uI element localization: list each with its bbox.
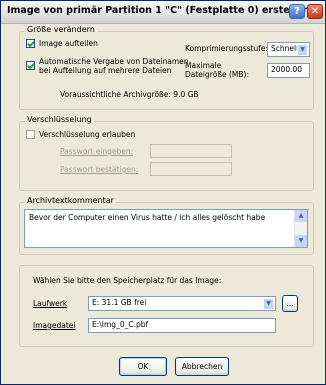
comment-text: Bevor der Computer einen Virus hatte / i…	[29, 213, 266, 222]
auto-name-label-line1[interactable]: Automatische Vergabe von Dateinamen	[39, 57, 189, 66]
storage-prompt: Wählen Sie bitte den Speicherplatz für d…	[33, 276, 222, 285]
encryption-label[interactable]: Verschlüsselung erlauben	[39, 130, 135, 139]
image-file-label: Imagedatei	[33, 321, 76, 330]
storage-group: Wählen Sie bitte den Speicherplatz für d…	[19, 265, 314, 347]
confirm-password-input[interactable]	[150, 162, 232, 176]
split-image-checkbox[interactable]	[26, 39, 35, 48]
compression-select[interactable]: Schnell ▼	[267, 42, 310, 57]
chevron-down-icon[interactable]: ▼	[263, 298, 274, 310]
size-group: Größe verändern Image aufteilen Automati…	[19, 25, 314, 110]
drive-label: Laufwerk	[33, 299, 68, 308]
scroll-down-icon[interactable]: ▼	[295, 235, 307, 247]
split-image-label[interactable]: Image aufteilen	[39, 39, 98, 48]
ok-button[interactable]: OK	[119, 357, 167, 376]
confirm-password-label: Passwort bestätigen:	[60, 165, 139, 174]
image-file-input[interactable]: E:\Img_0_C.pbf	[88, 318, 276, 333]
browse-button[interactable]: ...	[282, 295, 298, 312]
comment-group-legend: Archivtextkommentar	[25, 196, 116, 205]
cancel-button[interactable]: Abbrechen	[175, 357, 229, 376]
comment-group: Archivtextkommentar Bevor der Computer e…	[19, 196, 314, 255]
max-size-input[interactable]: 2000.00	[267, 63, 310, 78]
comment-textarea[interactable]: Bevor der Computer einen Virus hatte / i…	[24, 209, 308, 248]
window-title: Image von primär Partition 1 "C" (Festpl…	[7, 5, 310, 16]
title-bar: Image von primär Partition 1 "C" (Festpl…	[1, 1, 325, 24]
auto-name-label-line2[interactable]: bei Aufteilung auf mehrere Dateien	[39, 66, 171, 75]
comment-scrollbar[interactable]: ▲ ▼	[294, 210, 307, 247]
auto-name-checkbox[interactable]	[26, 61, 35, 70]
max-size-label-line2: Dateigröße (MB):	[185, 70, 249, 79]
close-button[interactable]: ✕	[307, 4, 323, 19]
encryption-group: Verschlüsselung Verschlüsselung erlauben…	[19, 115, 314, 191]
password-label: Passwort eingeben:	[60, 147, 134, 156]
scroll-up-icon[interactable]: ▲	[295, 210, 307, 222]
encryption-group-legend: Verschlüsselung	[25, 115, 94, 124]
estimated-size-text: Voraussichtliche Archivgröße: 9.0 GB	[60, 90, 199, 99]
size-group-legend: Größe verändern	[25, 25, 97, 34]
image-dialog: Image von primär Partition 1 "C" (Festpl…	[0, 0, 326, 385]
compression-value: Schnell	[271, 44, 299, 53]
help-button[interactable]: ?	[289, 4, 305, 19]
compression-label: Komprimierungsstufe:	[185, 44, 269, 53]
max-size-label-line1: Maximale	[185, 61, 222, 70]
chevron-down-icon[interactable]: ▼	[297, 44, 308, 56]
encryption-checkbox[interactable]	[26, 130, 35, 139]
drive-select[interactable]: E: 31.1 GB frei ▼	[88, 296, 276, 311]
drive-value: E: 31.1 GB frei	[92, 298, 147, 307]
password-input[interactable]	[150, 144, 232, 158]
